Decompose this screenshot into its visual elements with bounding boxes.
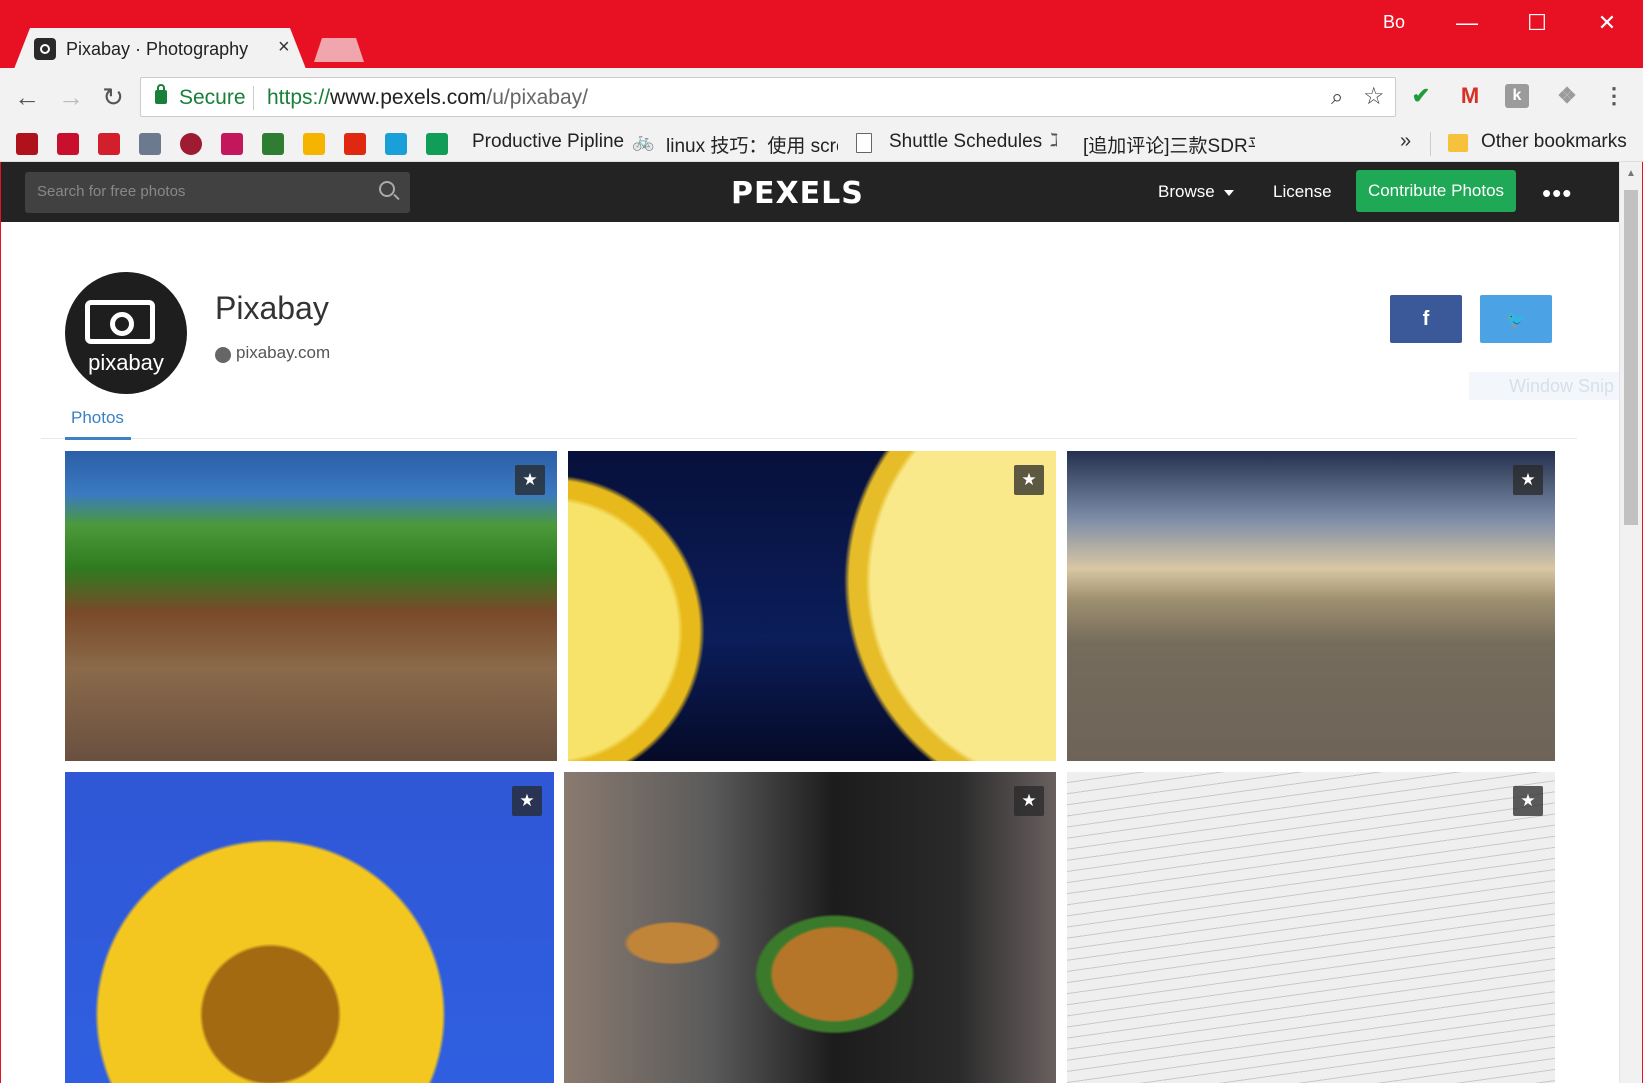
lock-icon[interactable]: [155, 84, 167, 104]
site-header: Search for free photos PEXELS Browse Lic…: [1, 162, 1619, 222]
bookmarks-overflow-icon[interactable]: »: [1400, 130, 1411, 153]
bookmark-productive-pipline[interactable]: Productive Pipline: [472, 131, 624, 153]
folder-icon[interactable]: [1448, 134, 1468, 152]
twitter-bird-icon: 🐦: [1506, 312, 1526, 329]
profile-website-link[interactable]: pixabay.com: [236, 343, 330, 363]
browser-toolbar: ← → ↻ Secure https://www.pexels.com/u/pi…: [0, 68, 1643, 126]
back-arrow-icon[interactable]: ←: [10, 80, 44, 114]
photo-card[interactable]: ★: [564, 772, 1056, 1083]
reload-icon[interactable]: ↻: [96, 80, 130, 114]
grammarly-extension-icon[interactable]: k: [1505, 84, 1529, 108]
maximize-icon[interactable]: ☐: [1514, 6, 1560, 40]
dropbox-extension-icon[interactable]: ❖: [1553, 82, 1581, 110]
secure-label[interactable]: Secure: [179, 86, 246, 110]
bicycle-icon[interactable]: 🚲: [632, 131, 654, 153]
tab-active-indicator: [65, 437, 131, 440]
address-bar[interactable]: Secure https://www.pexels.com/u/pixabay/…: [140, 77, 1396, 117]
facebook-share-button[interactable]: f: [1390, 295, 1462, 343]
tab-photos[interactable]: Photos: [71, 408, 124, 428]
url-scheme: https://: [267, 86, 331, 109]
tab-title: Pixabay · Photography: [66, 39, 249, 59]
bookmark-icon-l[interactable]: [221, 133, 243, 155]
vertical-scrollbar[interactable]: ▲: [1619, 162, 1642, 1083]
window-snip-overlay: Window Snip: [1469, 372, 1619, 400]
photo-card[interactable]: ★: [1067, 772, 1555, 1083]
address-divider: [253, 86, 254, 110]
browser-titlebar: Pixabay · Photography × Bo — ☐ ✕: [0, 0, 1643, 69]
nav-license[interactable]: License: [1273, 182, 1332, 202]
photo-card[interactable]: ★: [1067, 451, 1555, 761]
bookmark-star-icon[interactable]: ☆: [1363, 82, 1385, 111]
photo-card[interactable]: ★: [65, 772, 554, 1083]
page-icon[interactable]: [856, 133, 872, 153]
photo-card[interactable]: ★: [568, 451, 1056, 761]
bookmark-icon-grid[interactable]: [16, 133, 38, 155]
search-input[interactable]: Search for free photos: [25, 172, 410, 213]
bookmark-icon-circle-e[interactable]: [385, 133, 407, 155]
scroll-up-icon[interactable]: ▲: [1626, 168, 1636, 179]
browser-menu-icon[interactable]: ⋮: [1600, 82, 1628, 110]
star-icon[interactable]: ★: [1014, 465, 1044, 495]
bookmark-icon-globe[interactable]: [139, 133, 161, 155]
twitter-share-button[interactable]: 🐦: [1480, 295, 1552, 343]
avatar-text: pixabay: [88, 350, 164, 375]
sdr-site-icon[interactable]: ℷ: [1050, 130, 1072, 152]
search-icon[interactable]: [379, 181, 395, 197]
caret-down-icon[interactable]: [1224, 190, 1234, 196]
avatar: pixabay: [65, 272, 187, 394]
star-icon[interactable]: ★: [512, 786, 542, 816]
scrollbar-thumb[interactable]: [1624, 190, 1638, 525]
zoom-icon[interactable]: ⌕: [1331, 84, 1343, 110]
pexels-favicon-icon: [34, 38, 56, 60]
bookmark-icon-taichi[interactable]: [57, 133, 79, 155]
bookmark-sdr[interactable]: [追加评论]三款SDR平: [1083, 131, 1255, 158]
bookmark-icon-red-square[interactable]: [98, 133, 120, 155]
tabs-divider: [41, 438, 1577, 439]
profile-name[interactable]: Bo: [1383, 12, 1405, 33]
tab-close-icon[interactable]: ×: [278, 36, 290, 59]
sheets-icon[interactable]: [426, 133, 448, 155]
star-icon[interactable]: ★: [1513, 786, 1543, 816]
globe-icon: [215, 347, 231, 363]
bookmark-icon-ring[interactable]: [180, 133, 202, 155]
contribute-photos-button[interactable]: Contribute Photos: [1356, 170, 1516, 212]
url-text[interactable]: https://www.pexels.com/u/pixabay/: [267, 86, 588, 110]
close-window-icon[interactable]: ✕: [1584, 6, 1630, 40]
bookmark-shuttle-schedules[interactable]: Shuttle Schedules: [889, 131, 1042, 153]
photo-card[interactable]: ★: [65, 451, 557, 761]
bookmark-linux-tips[interactable]: linux 技巧：使用 scre: [666, 131, 838, 158]
pexels-logo[interactable]: PEXELS: [731, 176, 864, 211]
bookmark-icon-flag[interactable]: [344, 133, 366, 155]
more-menu-icon[interactable]: •••: [1542, 178, 1572, 209]
star-icon[interactable]: ★: [1513, 465, 1543, 495]
search-placeholder: Search for free photos: [37, 183, 186, 200]
forward-arrow-icon[interactable]: →: [54, 80, 88, 114]
bookmark-icon-douban[interactable]: [262, 133, 284, 155]
profile-title: Pixabay: [215, 290, 329, 326]
star-icon[interactable]: ★: [1014, 786, 1044, 816]
bookmarks-divider: [1430, 132, 1431, 156]
check-extension-icon[interactable]: ✔: [1407, 82, 1435, 110]
gmail-extension-icon[interactable]: M: [1456, 82, 1484, 110]
minimize-icon[interactable]: —: [1444, 6, 1490, 40]
url-host: www.pexels.com: [330, 86, 487, 109]
page-viewport: Search for free photos PEXELS Browse Lic…: [1, 162, 1619, 1083]
bookmark-icon-drive[interactable]: [303, 133, 325, 155]
other-bookmarks[interactable]: Other bookmarks: [1481, 131, 1627, 153]
bookmarks-bar: Productive Pipline 🚲 linux 技巧：使用 scre Sh…: [0, 126, 1643, 162]
url-path: /u/pixabay/: [486, 86, 588, 109]
browser-tab-active[interactable]: Pixabay · Photography ×: [14, 28, 306, 69]
nav-browse[interactable]: Browse: [1158, 182, 1215, 202]
new-tab-button[interactable]: [314, 38, 364, 62]
star-icon[interactable]: ★: [515, 465, 545, 495]
camera-icon: [85, 300, 155, 344]
